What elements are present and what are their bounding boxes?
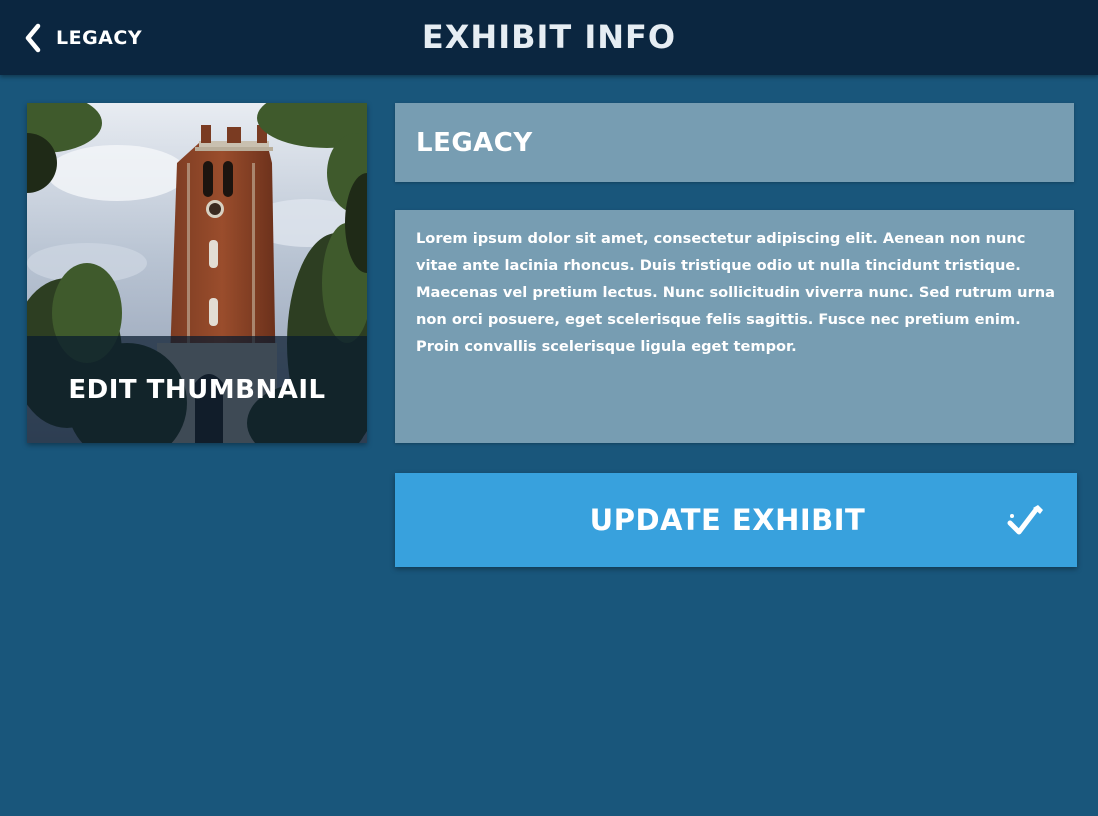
page-title: EXHIBIT INFO xyxy=(421,18,677,56)
check-pencil-icon xyxy=(1007,505,1045,541)
back-button-label: LEGACY xyxy=(56,27,143,49)
exhibit-info-screen: EXHIBIT INFO LEGACY EDIT THUMBNAIL LEGAC… xyxy=(0,0,1098,816)
back-button[interactable]: LEGACY xyxy=(24,22,142,54)
exhibit-description-field[interactable]: Lorem ipsum dolor sit amet, consectetur … xyxy=(395,210,1074,443)
update-exhibit-label: UPDATE EXHIBIT xyxy=(589,503,866,537)
update-exhibit-button[interactable]: UPDATE EXHIBIT xyxy=(395,473,1077,567)
edit-thumbnail-label: EDIT THUMBNAIL xyxy=(68,374,326,405)
edit-thumbnail-button[interactable]: EDIT THUMBNAIL xyxy=(27,103,367,443)
thumbnail-overlay: EDIT THUMBNAIL xyxy=(27,336,367,443)
top-bar: EXHIBIT INFO LEGACY xyxy=(0,0,1098,75)
exhibit-name-field[interactable]: LEGACY xyxy=(395,103,1074,182)
chevron-left-icon xyxy=(24,23,42,53)
